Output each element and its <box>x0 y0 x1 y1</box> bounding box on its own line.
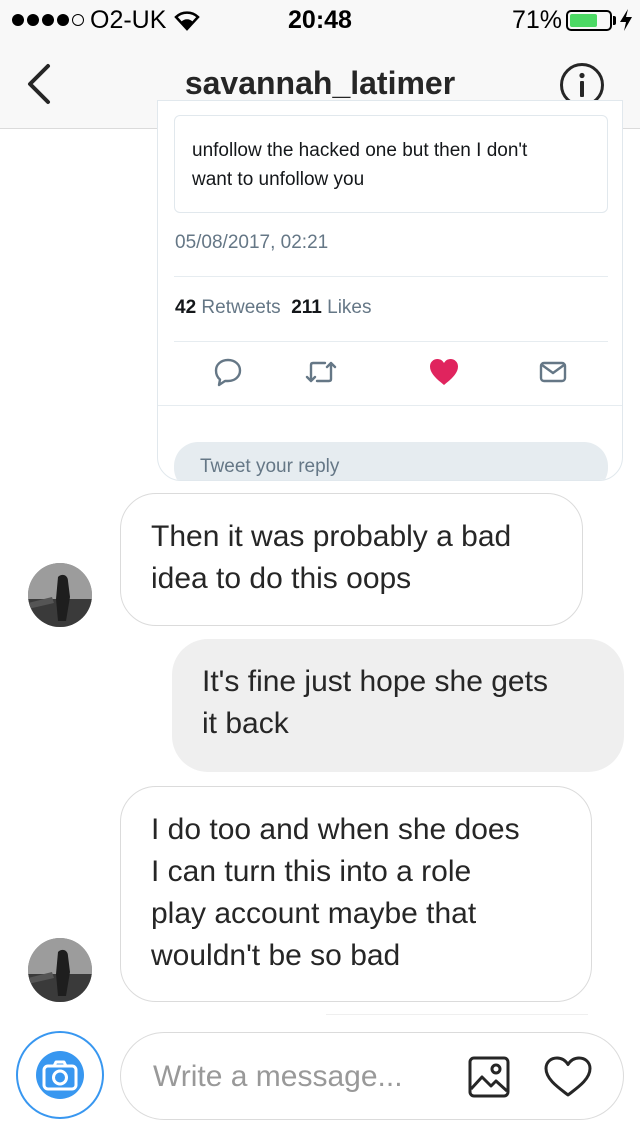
message-line: it back <box>202 707 289 740</box>
status-bar: O2-UK 20:48 71% <box>0 0 640 40</box>
message-line: wouldn't be so bad <box>151 939 401 972</box>
quoted-tweet-line: want to unfollow you <box>192 169 365 190</box>
likes-label[interactable]: Likes <box>327 297 371 318</box>
battery-percentage: 71% <box>512 6 563 34</box>
message-line: I do too and when she does <box>151 813 520 846</box>
message-input[interactable] <box>153 1057 453 1097</box>
divider <box>326 1014 588 1015</box>
avatar[interactable] <box>28 563 92 627</box>
message-composer <box>120 1032 624 1120</box>
reply-placeholder: Tweet your reply <box>200 456 340 477</box>
retweets-count: 42 <box>175 297 197 318</box>
quoted-tweet-line: unfollow the hacked one but then I don't <box>192 140 528 161</box>
charging-bolt-icon <box>620 9 632 31</box>
reply-icon[interactable] <box>213 357 243 387</box>
message-line: It's fine just hope she gets <box>202 665 548 698</box>
likes-count: 211 <box>291 297 322 318</box>
retweets-label[interactable]: Retweets <box>201 297 280 318</box>
message-bubble-incoming[interactable]: Then it was probably a bad idea to do th… <box>120 493 583 626</box>
message-line: idea to do this oops <box>151 562 412 595</box>
camera-button[interactable] <box>16 1031 104 1119</box>
quoted-tweet: unfollow the hacked one but then I don't… <box>174 115 608 213</box>
message-line: I can turn this into a role <box>151 855 472 888</box>
message-bubble-outgoing[interactable]: It's fine just hope she gets it back <box>172 639 624 772</box>
camera-icon-background <box>36 1051 84 1099</box>
battery-icon <box>566 10 612 31</box>
gallery-icon[interactable] <box>467 1055 511 1099</box>
message-line: Then it was probably a bad <box>151 520 512 553</box>
shared-tweet-card[interactable]: unfollow the hacked one but then I don't… <box>157 100 623 481</box>
message-bubble-incoming[interactable]: I do too and when she does I can turn th… <box>120 786 592 1002</box>
camera-icon <box>42 1060 78 1091</box>
divider <box>158 405 622 406</box>
divider <box>174 276 608 277</box>
avatar[interactable] <box>28 938 92 1002</box>
tweet-timestamp: 05/08/2017, 02:21 <box>175 232 329 253</box>
heart-icon[interactable] <box>428 357 460 387</box>
divider <box>174 341 608 342</box>
mail-icon[interactable] <box>538 357 568 387</box>
battery-nub <box>613 16 616 25</box>
heart-outline-icon[interactable] <box>543 1055 593 1099</box>
tweet-reply-box[interactable]: Tweet your reply <box>174 442 608 480</box>
tweet-actions <box>158 357 622 389</box>
tweet-stats: 42 Retweets 211 Likes <box>175 297 371 319</box>
retweet-icon[interactable] <box>304 357 338 387</box>
message-line: play account maybe that <box>151 897 477 930</box>
conversation-title[interactable]: savannah_latimer <box>0 65 640 102</box>
